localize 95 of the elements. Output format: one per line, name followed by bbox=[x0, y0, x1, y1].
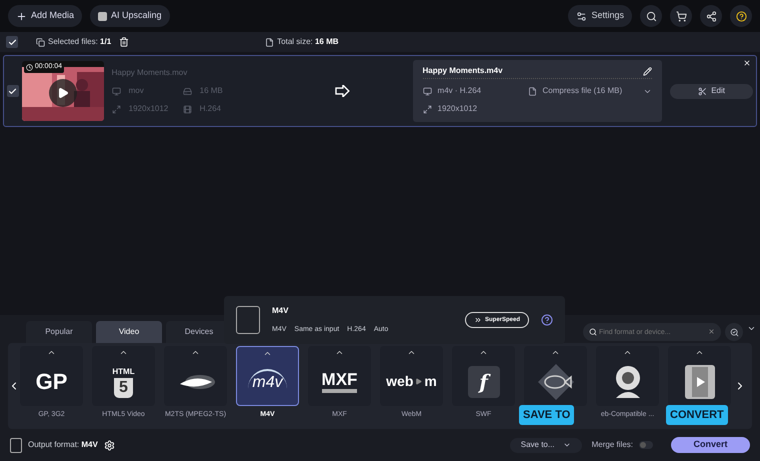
plus-icon bbox=[16, 10, 27, 22]
format-tile[interactable]: HTML 5 bbox=[92, 346, 155, 406]
gp-logo: GP bbox=[36, 370, 68, 392]
output-format: m4v · H.264 bbox=[438, 85, 482, 97]
popup-title: M4V bbox=[272, 304, 290, 317]
settings-button[interactable]: Settings bbox=[568, 5, 632, 27]
share-button[interactable] bbox=[700, 5, 722, 27]
format-tile[interactable] bbox=[524, 346, 587, 406]
caret-up-icon[interactable] bbox=[407, 348, 416, 357]
help-icon bbox=[736, 10, 746, 22]
mxf-logo: MXF bbox=[322, 370, 358, 392]
film-icon bbox=[182, 104, 192, 114]
caret-icon bbox=[562, 441, 571, 449]
caret-up-icon[interactable] bbox=[47, 348, 56, 357]
add-media-button[interactable]: Add Media bbox=[8, 5, 82, 27]
scissors-icon bbox=[698, 86, 708, 96]
help-icon[interactable] bbox=[541, 314, 553, 326]
chip-icon bbox=[98, 12, 108, 20]
format-tab[interactable]: Video bbox=[96, 321, 162, 343]
chevrons-icon bbox=[474, 316, 482, 324]
source-size: 16 MB bbox=[200, 85, 223, 97]
caret-up-icon[interactable] bbox=[551, 348, 560, 357]
format-tile[interactable]: m4v bbox=[236, 346, 299, 406]
format-tile[interactable]: f bbox=[452, 346, 515, 406]
caret-up-icon[interactable] bbox=[263, 349, 272, 358]
trash-icon[interactable] bbox=[119, 37, 130, 47]
check-icon bbox=[8, 38, 16, 46]
compress-dropdown[interactable]: Compress file (16 MB) bbox=[542, 85, 638, 97]
settings-icon[interactable] bbox=[104, 440, 115, 450]
play-icon bbox=[415, 378, 422, 385]
merge-toggle[interactable] bbox=[639, 441, 653, 449]
output-resolution: 1920x1012 bbox=[438, 103, 478, 115]
merge-files-label: Merge files: bbox=[592, 439, 633, 451]
caret-up-icon[interactable] bbox=[623, 348, 632, 357]
format-tile[interactable]: web m bbox=[380, 346, 443, 406]
file-checkbox[interactable] bbox=[7, 85, 19, 97]
files-icon bbox=[36, 38, 45, 46]
format-tile[interactable]: MXF bbox=[308, 346, 371, 406]
source-codec: H.264 bbox=[200, 103, 221, 115]
format-tile[interactable] bbox=[164, 346, 227, 406]
caret-up-icon[interactable] bbox=[191, 348, 200, 357]
convert-button[interactable]: Convert bbox=[671, 437, 750, 453]
film-icon bbox=[684, 364, 714, 398]
clock-icon bbox=[26, 64, 33, 71]
share-icon bbox=[706, 10, 716, 22]
select-all-checkbox[interactable] bbox=[6, 36, 18, 48]
convert-tooltip: CONVERT bbox=[666, 405, 728, 425]
collapse-icon[interactable] bbox=[747, 324, 756, 333]
format-tab[interactable]: Popular bbox=[26, 321, 92, 343]
help-button[interactable] bbox=[730, 5, 752, 27]
source-file-name: Happy Moments.mov bbox=[112, 67, 188, 79]
source-format: mov bbox=[128, 85, 145, 97]
save-to-tooltip: SAVE TO bbox=[519, 405, 574, 425]
flash-logo: f bbox=[468, 366, 500, 398]
cart-button[interactable] bbox=[670, 5, 692, 27]
sliders-icon bbox=[576, 10, 588, 22]
convert-arrow-icon bbox=[334, 85, 351, 97]
close-icon[interactable] bbox=[743, 59, 751, 67]
edit-button[interactable]: Edit bbox=[670, 84, 753, 98]
resize-icon bbox=[112, 104, 121, 114]
format-tile[interactable] bbox=[596, 346, 659, 406]
search-button[interactable] bbox=[640, 5, 662, 27]
caret-up-icon[interactable] bbox=[119, 348, 128, 357]
save-to-dropdown[interactable]: Save to... bbox=[510, 438, 582, 452]
format-tile[interactable] bbox=[668, 346, 731, 406]
caret-up-icon[interactable] bbox=[479, 348, 488, 357]
file-icon bbox=[528, 86, 537, 96]
monitor-icon bbox=[112, 86, 121, 96]
file-icon bbox=[265, 38, 274, 46]
check-icon bbox=[8, 86, 18, 96]
selected-files-text: Selected files: 1/1 bbox=[48, 36, 112, 48]
clear-icon[interactable] bbox=[708, 328, 715, 335]
output-format-text: Output format: M4V bbox=[28, 439, 98, 451]
caret-up-icon[interactable] bbox=[695, 348, 704, 357]
resize-icon bbox=[422, 104, 432, 114]
total-size-text: Total size: 16 MB bbox=[277, 36, 339, 48]
magnifier-icon bbox=[730, 328, 738, 336]
caret-up-icon[interactable] bbox=[335, 348, 344, 357]
search-icon bbox=[589, 328, 597, 336]
m4v-logo: m4v bbox=[248, 368, 287, 394]
device-button[interactable] bbox=[725, 323, 743, 341]
output-file-name[interactable]: Happy Moments.m4v bbox=[422, 65, 644, 77]
monitor-icon bbox=[422, 86, 432, 96]
file-format-icon bbox=[236, 306, 260, 334]
format-tile[interactable]: GP bbox=[20, 346, 83, 406]
ai-upscaling-button[interactable]: AI Upscaling bbox=[90, 5, 170, 27]
fish-icon bbox=[536, 362, 576, 402]
html5-logo: HTML 5 bbox=[112, 366, 135, 398]
webm-logo: web m bbox=[386, 372, 437, 391]
file-format-icon bbox=[10, 438, 22, 452]
pencil-icon[interactable] bbox=[643, 66, 652, 76]
cart-icon bbox=[676, 10, 686, 22]
play-icon bbox=[56, 87, 69, 99]
search-icon bbox=[646, 10, 656, 22]
source-resolution: 1920x1012 bbox=[128, 103, 170, 115]
